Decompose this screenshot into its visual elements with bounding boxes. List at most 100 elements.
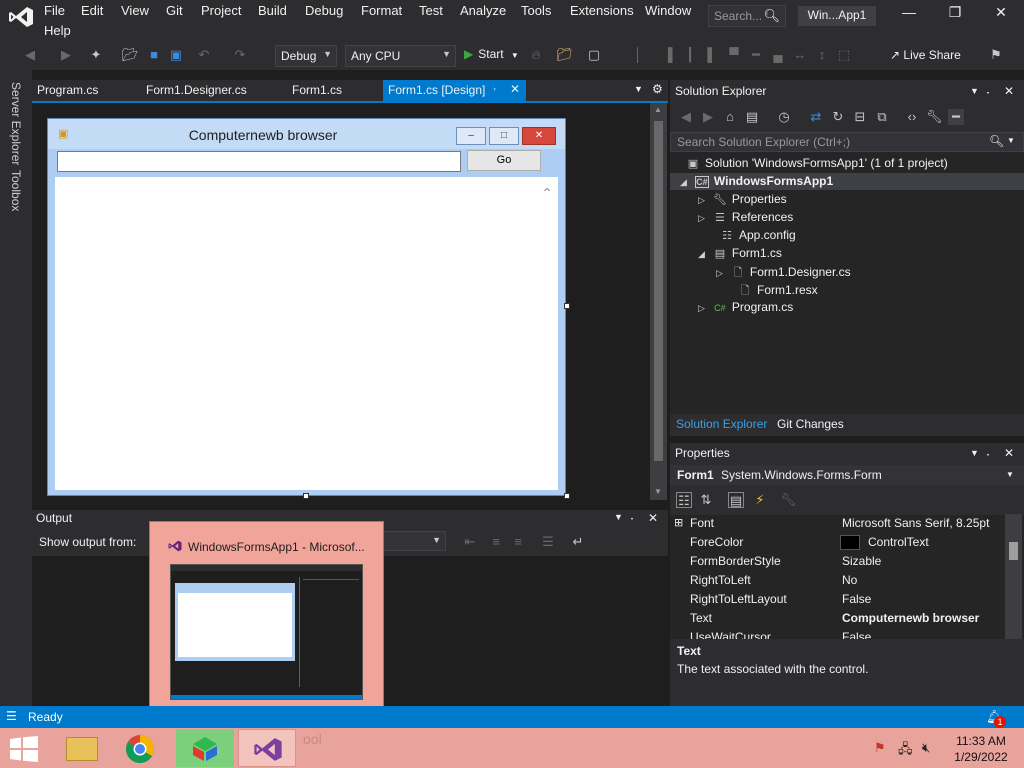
close-icon[interactable]: ✕ (648, 511, 658, 525)
menu-file[interactable]: File (44, 3, 65, 18)
close-icon[interactable]: ✕ (1004, 446, 1014, 460)
wrench-icon[interactable]: 🔧︎ (926, 109, 943, 125)
scroll-thumb[interactable] (654, 121, 663, 461)
form-maximize-icon[interactable]: □ (489, 127, 519, 145)
save-all-icon[interactable]: ▣ (168, 47, 184, 63)
go-button[interactable]: Go (467, 150, 541, 171)
undo-icon[interactable]: ↶ (196, 47, 212, 63)
open-file-icon[interactable]: 📁︎ (556, 47, 573, 63)
menu-project[interactable]: Project (201, 3, 241, 18)
gear-icon[interactable]: ⚙ (652, 82, 663, 96)
tree-item-form1-designer[interactable]: ▷ 🗋︎ Form1.Designer.cs (716, 264, 851, 283)
tab-git-changes[interactable]: Git Changes (777, 417, 844, 431)
dropdown-icon[interactable]: ▼ (970, 86, 979, 96)
web-browser-control[interactable]: ⌃ (55, 177, 558, 490)
server-explorer-tab[interactable]: Server Explorer (9, 82, 23, 165)
windows-start-icon[interactable] (10, 736, 38, 762)
dropdown-icon[interactable]: ▼ (614, 512, 623, 522)
tab-program-cs[interactable]: Program.cs (32, 80, 103, 101)
tree-item-project[interactable]: ◢ C# WindowsFormsApp1 (680, 174, 833, 188)
menu-tools[interactable]: Tools (521, 3, 551, 18)
solution-search-input[interactable]: Search Solution Explorer (Ctrl+;) 🔍︎ ▼ (670, 132, 1024, 152)
pin-icon[interactable]: ˕ (493, 83, 496, 94)
property-row-usewaitcursor[interactable]: UseWaitCursor False (670, 628, 1005, 639)
properties-icon[interactable]: ▤ (728, 492, 744, 508)
preview-selected-icon[interactable]: ━ (948, 109, 964, 125)
network-icon[interactable]: 🖧︎ (898, 740, 913, 762)
tab-form1-cs[interactable]: Form1.cs (287, 80, 347, 101)
pin-icon[interactable]: ˕ (986, 446, 990, 460)
save-icon[interactable]: ■ (146, 47, 162, 63)
menu-help[interactable]: Help (44, 23, 71, 38)
search-box[interactable]: Search... 🔍︎ (708, 5, 786, 27)
align-top-icon[interactable]: ▀ (726, 47, 742, 63)
align-icon[interactable]: │ (630, 47, 646, 63)
show-all-files-icon[interactable]: ⧉ (874, 109, 890, 125)
switch-views-icon[interactable]: ▤ (744, 109, 760, 125)
forward-icon[interactable]: ▶ (58, 47, 74, 63)
output-source-dropdown[interactable]: ▼ (382, 531, 446, 551)
configuration-dropdown[interactable]: Debug ▼ (275, 45, 337, 67)
tree-item-references[interactable]: ▷ ☰ References (698, 210, 793, 224)
properties-scrollbar[interactable] (1005, 514, 1022, 639)
taskbar-preview-popup[interactable]: WindowsFormsApp1 - Microsof... (149, 521, 384, 719)
property-row-righttoleft[interactable]: RightToLeft No (670, 571, 1005, 590)
home-icon[interactable]: ⌂ (722, 109, 738, 125)
property-pages-icon[interactable]: 🔧︎ (780, 492, 797, 508)
expand-icon[interactable]: ⊞ (674, 516, 683, 529)
action-center-flag-icon[interactable]: ⚑ (874, 740, 886, 756)
menu-debug[interactable]: Debug (305, 3, 343, 18)
back-icon[interactable]: ◀ (678, 109, 694, 125)
designed-form[interactable]: ▣ Computernewb browser – □ ✕ Go ⌃ (47, 118, 566, 496)
menu-view[interactable]: View (121, 3, 149, 18)
forward-icon[interactable]: ▶ (700, 109, 716, 125)
prev-message-icon[interactable]: ≡ (488, 534, 504, 550)
word-wrap-icon[interactable]: ↵ (570, 534, 586, 550)
resize-handle-right[interactable] (564, 303, 570, 309)
clear-all-icon[interactable]: ☰ (540, 534, 556, 550)
open-folder-icon[interactable]: 📂︎ (122, 47, 139, 63)
tree-item-form1[interactable]: ◢ ▤ Form1.cs (698, 246, 782, 260)
property-row-font[interactable]: ⊞ Font Microsoft Sans Serif, 8.25pt (670, 514, 1005, 533)
property-row-righttoleftlayout[interactable]: RightToLeftLayout False (670, 590, 1005, 609)
tree-item-solution[interactable]: ▣ Solution 'WindowsFormsApp1' (1 of 1 pro… (686, 156, 948, 170)
dropdown-icon[interactable]: ▼ (970, 448, 979, 458)
restore-icon[interactable]: ❐ (940, 4, 970, 28)
find-message-icon[interactable]: ⇤ (462, 534, 478, 550)
menu-git[interactable]: Git (166, 3, 183, 18)
pin-icon[interactable]: ˕ (630, 510, 634, 524)
tab-form1-design[interactable]: Form1.cs [Design] ˕ ✕ (383, 80, 526, 101)
collapse-all-icon[interactable]: ⊟ (852, 109, 868, 125)
properties-object-selector[interactable]: Form1 System.Windows.Forms.Form ▼ (670, 465, 1024, 485)
same-width-icon[interactable]: ↔ (792, 47, 808, 63)
status-output-icon[interactable]: ☰ (6, 709, 17, 723)
toolbox-tab[interactable]: Toolbox (9, 170, 23, 211)
same-size-icon[interactable]: ⬚ (836, 47, 852, 63)
form-close-icon[interactable]: ✕ (522, 127, 556, 145)
next-message-icon[interactable]: ≡ (510, 534, 526, 550)
alphabetical-icon[interactable]: ⇅ (698, 492, 714, 508)
same-height-icon[interactable]: ↕ (814, 47, 830, 63)
volume-muted-icon[interactable]: 🔇︎ (922, 740, 930, 756)
scroll-thumb[interactable] (1009, 542, 1018, 560)
tree-item-form1-resx[interactable]: 🗋︎ Form1.resx (738, 282, 818, 301)
back-icon[interactable]: ◀ (22, 47, 38, 63)
url-textbox[interactable] (57, 151, 461, 172)
resize-handle-corner[interactable] (564, 493, 570, 499)
sync-icon[interactable]: ⇄ (808, 109, 824, 125)
scroll-up-icon[interactable]: ▲ (654, 105, 662, 114)
chrome-taskbar-button[interactable] (112, 729, 170, 767)
align-right-icon[interactable]: ▌ (704, 47, 720, 63)
tab-solution-explorer[interactable]: Solution Explorer (676, 417, 767, 431)
live-share-button[interactable]: ↗ Live Share (890, 48, 961, 62)
align-left-icon[interactable]: ▐ (660, 47, 676, 63)
redo-icon[interactable]: ↷ (232, 47, 248, 63)
file-explorer-taskbar-button[interactable] (54, 729, 112, 767)
close-icon[interactable]: ✕ (1004, 84, 1014, 98)
minimize-icon[interactable]: — (894, 4, 924, 28)
menu-extensions[interactable]: Extensions (570, 3, 634, 18)
close-tab-icon[interactable]: ✕ (510, 82, 520, 96)
property-row-text[interactable]: Text Computernewb browser (670, 609, 1005, 628)
property-row-formborderstyle[interactable]: FormBorderStyle Sizable (670, 552, 1005, 571)
browser-link-icon[interactable]: ▢ (586, 47, 602, 63)
